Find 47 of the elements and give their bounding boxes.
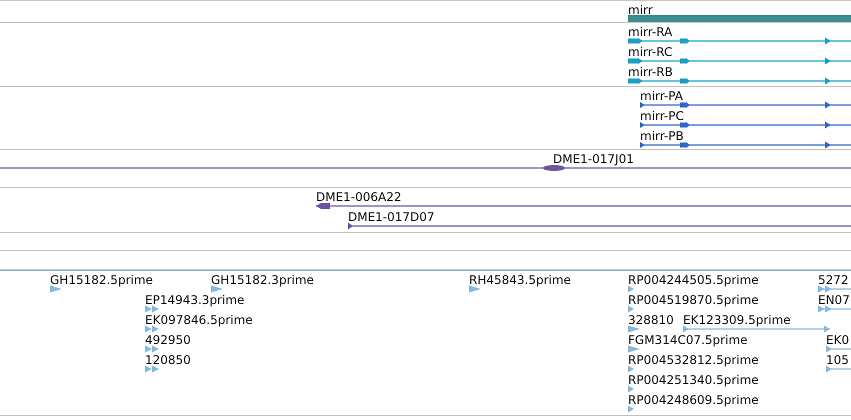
feature-label: RP004248609.5prime [628, 393, 759, 407]
est-glyph [145, 365, 159, 373]
feature-label: 105 [826, 353, 849, 367]
feature-label: mirr-PA [640, 89, 683, 103]
est-glyph [826, 365, 851, 373]
est-glyph [628, 345, 640, 353]
feature-label: RP004244505.5prime [628, 273, 759, 287]
est-glyph [826, 345, 851, 353]
est-glyph [628, 405, 634, 413]
est-glyph [628, 365, 634, 373]
feature-label: mirr-RB [628, 65, 673, 79]
feature-label: 120850 [145, 353, 191, 367]
est-glyph [469, 285, 481, 293]
feature-label: RP004532812.5prime [628, 353, 759, 367]
est-glyph [628, 305, 634, 313]
est-glyph [145, 325, 159, 333]
feature-label: mirr [628, 3, 653, 17]
feature-label: mirr-PC [640, 109, 684, 123]
est-glyph [50, 285, 62, 293]
feature-label: mirr-RC [628, 45, 672, 59]
feature-label: EP14943.3prime [145, 293, 244, 307]
est-glyph [628, 385, 634, 393]
est-glyph [145, 305, 159, 313]
est-glyph [818, 285, 851, 293]
feature-label: mirr-PB [640, 129, 684, 143]
feature-label: EK123309.5prime [683, 313, 791, 327]
feature-label: GH15182.5prime [50, 273, 153, 287]
feature-label: RH45843.5prime [469, 273, 571, 287]
feature-label: DME1-006A22 [316, 190, 402, 204]
feature-label: GH15182.3prime [211, 273, 314, 287]
feature-label: mirr-RA [628, 25, 672, 39]
feature-label: 492950 [145, 333, 191, 347]
feature-label: RP004519870.5prime [628, 293, 759, 307]
est-glyph [211, 285, 223, 293]
est-glyph [628, 325, 640, 333]
feature-label: FGM314C07.5prime [628, 333, 748, 347]
feature-label: RP004251340.5prime [628, 373, 759, 387]
feature-label: DME1-017D07 [348, 210, 435, 224]
feature-label: EK0 [826, 333, 850, 347]
feature-label: 328810 [628, 313, 674, 327]
est-glyph [628, 285, 634, 293]
est-glyph [818, 305, 851, 313]
feature-label: 5272 [818, 273, 849, 287]
feature-label: EN07 [818, 293, 850, 307]
est-glyph [145, 345, 159, 353]
feature-label: DME1-017J01 [553, 152, 634, 166]
feature-label: EK097846.5prime [145, 313, 253, 327]
